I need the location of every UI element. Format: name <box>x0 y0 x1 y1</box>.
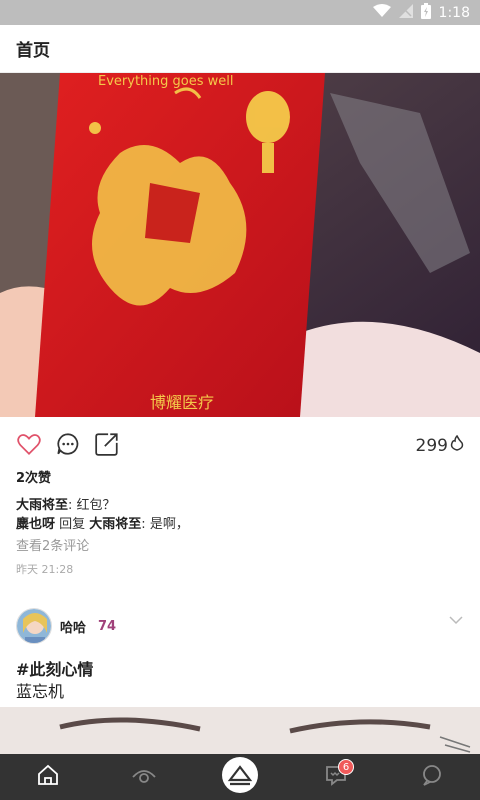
post-caption: 蓝忘机 <box>16 682 65 701</box>
page-title: 首页 <box>16 41 50 61</box>
chevron-down-icon[interactable] <box>448 612 464 628</box>
view-all-comments-link[interactable]: 查看2条评论 <box>16 535 89 554</box>
avatar[interactable] <box>16 608 52 644</box>
comment-row: 麋也呀 回复 大雨将至: 是啊， <box>16 513 189 532</box>
envelope-text-bottom: 博耀医疗 <box>150 393 214 412</box>
post-actions: 299 <box>0 425 480 465</box>
post-image[interactable]: Everything goes well 博耀医疗 <box>0 73 480 417</box>
tab-publish[interactable] <box>210 754 270 800</box>
user-level: 74 <box>98 618 117 634</box>
comment-row: 大雨将至: 红包？ <box>16 494 116 513</box>
view-count-value: 299 <box>415 435 448 456</box>
comment-icon[interactable] <box>55 431 81 457</box>
comment-user[interactable]: 大雨将至 <box>16 498 68 513</box>
post-image[interactable] <box>0 707 480 757</box>
post-timestamp: 昨天 21:28 <box>16 563 74 576</box>
share-icon[interactable] <box>94 431 120 457</box>
reply-word: 回复 <box>55 517 90 532</box>
username[interactable]: 哈哈 <box>60 617 86 636</box>
comment-text: 红包？ <box>76 498 116 513</box>
bottom-tab-bar: 6 <box>0 754 480 800</box>
home-icon <box>36 763 60 791</box>
tab-profile[interactable] <box>402 754 462 800</box>
publish-icon <box>221 756 259 798</box>
envelope-text-top: Everything goes well <box>98 74 233 89</box>
post-tag[interactable]: #此刻心情 <box>16 656 93 680</box>
tab-home[interactable] <box>18 754 78 800</box>
like-count[interactable]: 2次赞 <box>16 467 51 486</box>
flame-icon <box>450 434 464 456</box>
comment-sep: : <box>141 517 150 532</box>
comment-user[interactable]: 麋也呀 <box>16 517 55 532</box>
comment-text: 是啊， <box>149 517 189 532</box>
app-bar: 首页 <box>0 25 480 73</box>
status-bar: 1:18 <box>0 0 480 25</box>
reply-to-user[interactable]: 大雨将至 <box>89 517 141 532</box>
notification-badge: 6 <box>338 759 354 775</box>
battery-icon <box>420 2 431 23</box>
tab-messages[interactable]: 6 <box>306 754 366 800</box>
post-header: 哈哈 74 <box>16 606 116 646</box>
like-heart-icon[interactable] <box>16 431 42 457</box>
wifi-icon <box>372 3 391 22</box>
tab-discover[interactable] <box>114 754 174 800</box>
view-count: 299 <box>415 434 464 456</box>
signal-icon <box>398 3 413 22</box>
status-time: 1:18 <box>438 4 470 21</box>
comment-sep: : <box>68 498 77 513</box>
chat-bubble-icon <box>420 763 444 791</box>
eye-icon <box>131 763 157 791</box>
